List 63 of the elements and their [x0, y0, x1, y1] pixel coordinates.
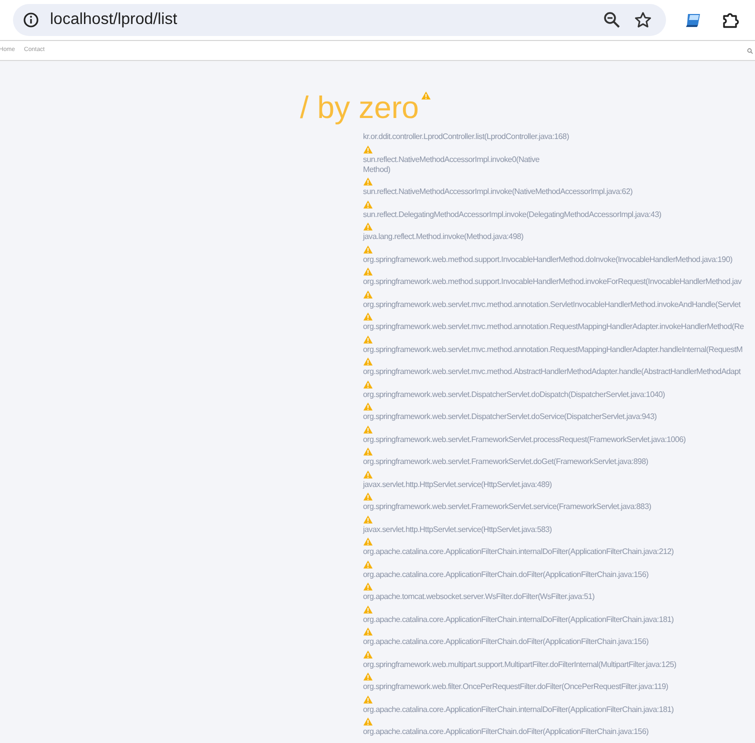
- warning-icon: [363, 514, 373, 524]
- warning-icon: [363, 177, 373, 186]
- warning-icon: [363, 672, 373, 681]
- stack-trace-line: org.springframework.web.servlet.mvc.method.annotation.ServletInvocableHandlerMethod.invokeAndHandle(Servlet: [363, 300, 740, 310]
- extension-app-icon[interactable]: [686, 13, 702, 27]
- stack-trace-line: org.springframework.web.method.support.InvocableHandlerMethod.invokeForRequest(InvocableHandlerMethod.jav: [363, 277, 742, 287]
- stack-trace-line: org.springframework.web.servlet.mvc.method.AbstractHandlerMethodAdapter.handle(AbstractHandlerMethodAdapt: [363, 367, 741, 377]
- stack-trace-line: org.springframework.web.servlet.mvc.method.annotation.RequestMappingHandlerAdapter.invokeHandlerMethod(Re: [363, 322, 744, 332]
- warning-icon: [363, 627, 373, 636]
- stack-trace-line: sun.reflect.NativeMethodAccessorImpl.invoke(NativeMethodAccessorImpl.java:62): [363, 187, 632, 197]
- stack-trace-line: sun.reflect.DelegatingMethodAccessorImpl.invoke(DelegatingMethodAccessorImpl.java:43): [363, 210, 662, 220]
- stack-trace-line: org.apache.catalina.core.ApplicationFilterChain.doFilter(ApplicationFilterChain.java:156): [363, 637, 648, 647]
- warning-icon: [363, 222, 373, 231]
- stack-trace-line: javax.servlet.http.HttpServlet.service(HttpServlet.java:583): [363, 524, 552, 534]
- stack-trace-line: javax.servlet.http.HttpServlet.service(HttpServlet.java:489): [363, 480, 552, 490]
- zoom-out-icon[interactable]: [603, 11, 621, 29]
- warning-icon: [363, 537, 373, 546]
- warning-icon: [363, 560, 373, 568]
- stack-trace-line: org.apache.tomcat.websocket.server.WsFilter.doFilter(WsFilter.java:51): [363, 592, 595, 602]
- stack-trace-line: org.apache.catalina.core.ApplicationFilterChain.internalDoFilter(ApplicationFilterChain.java:181): [363, 614, 674, 624]
- warning-icon: [420, 91, 431, 100]
- stack-trace-line: java.lang.reflect.Method.invoke(Method.java:498): [363, 232, 524, 242]
- stack-trace-line: org.apache.catalina.core.ApplicationFilterChain.internalDoFilter(ApplicationFilterChain.java:181): [363, 704, 674, 714]
- stack-trace-line: org.springframework.web.filter.OncePerRequestFilter.doFilter(OncePerRequestFilter.java:119): [363, 682, 668, 692]
- stack-trace-line: org.springframework.web.servlet.FrameworkServlet.doGet(FrameworkServlet.java:898): [363, 457, 648, 467]
- warning-icon: [363, 650, 373, 658]
- warning-icon: [363, 402, 373, 411]
- warning-icon: [363, 312, 373, 321]
- warning-icon: [363, 604, 373, 614]
- stack-trace-line: kr.or.ddit.controller.LprodController.list(LprodController.java:168): [363, 132, 569, 142]
- warning-icon: [363, 380, 373, 388]
- stack-trace-line: org.springframework.web.servlet.DispatcherServlet.doDispatch(DispatcherServlet.java:1040): [363, 390, 665, 400]
- stack-trace-line: org.springframework.web.servlet.mvc.method.annotation.RequestMappingHandlerAdapter.handleInternal(RequestM: [363, 344, 743, 354]
- info-icon[interactable]: [23, 12, 39, 28]
- stack-trace-line: org.springframework.web.servlet.FrameworkServlet.processRequest(FrameworkServlet.java:1006): [363, 434, 686, 444]
- stack-trace-line: org.apache.catalina.core.ApplicationFilterChain.doFilter(ApplicationFilterChain.java:156): [363, 570, 648, 580]
- warning-icon: [363, 144, 373, 154]
- stack-trace-line: org.apache.catalina.core.ApplicationFilterChain.internalDoFilter(ApplicationFilterChain.java:212): [363, 547, 674, 557]
- stack-trace-line: org.springframework.web.multipart.support.MultipartFilter.doFilterInternal(MultipartFilter.java:125): [363, 660, 676, 670]
- warning-icon: [363, 267, 373, 276]
- warning-icon: [363, 582, 373, 591]
- warning-icon: [363, 470, 373, 478]
- warning-icon: [363, 447, 373, 456]
- warning-icon: [363, 357, 373, 366]
- warning-icon: [363, 290, 373, 298]
- stack-trace-line: org.apache.catalina.core.ApplicationFilterChain.doFilter(ApplicationFilterChain.java:156): [363, 727, 648, 737]
- url-text: localhost/lprod/list: [50, 10, 178, 30]
- stack-trace-line: org.springframework.web.method.support.InvocableHandlerMethod.doInvoke(InvocableHandlerMethod.java:190): [363, 254, 732, 264]
- puzzle-icon[interactable]: [722, 11, 740, 29]
- stack-trace-line: org.springframework.web.servlet.DispatcherServlet.doService(DispatcherServlet.java:943): [363, 412, 657, 422]
- warning-icon: [363, 334, 373, 344]
- warning-icon: [363, 424, 373, 434]
- warning-icon: [363, 200, 373, 208]
- warning-icon: [363, 244, 373, 254]
- stack-trace-line: org.springframework.web.servlet.FrameworkServlet.service(FrameworkServlet.java:883): [363, 502, 652, 512]
- star-icon[interactable]: [634, 11, 652, 29]
- search-icon[interactable]: [747, 48, 753, 54]
- warning-icon: [363, 717, 373, 726]
- address-bar[interactable]: localhost/lprod/list: [13, 4, 666, 36]
- error-message: / by zero: [300, 89, 419, 127]
- warning-icon: [363, 492, 373, 501]
- warning-icon: [363, 694, 373, 704]
- stack-trace-line: sun.reflect.NativeMethodAccessorImpl.invoke0(Native Method): [363, 154, 540, 174]
